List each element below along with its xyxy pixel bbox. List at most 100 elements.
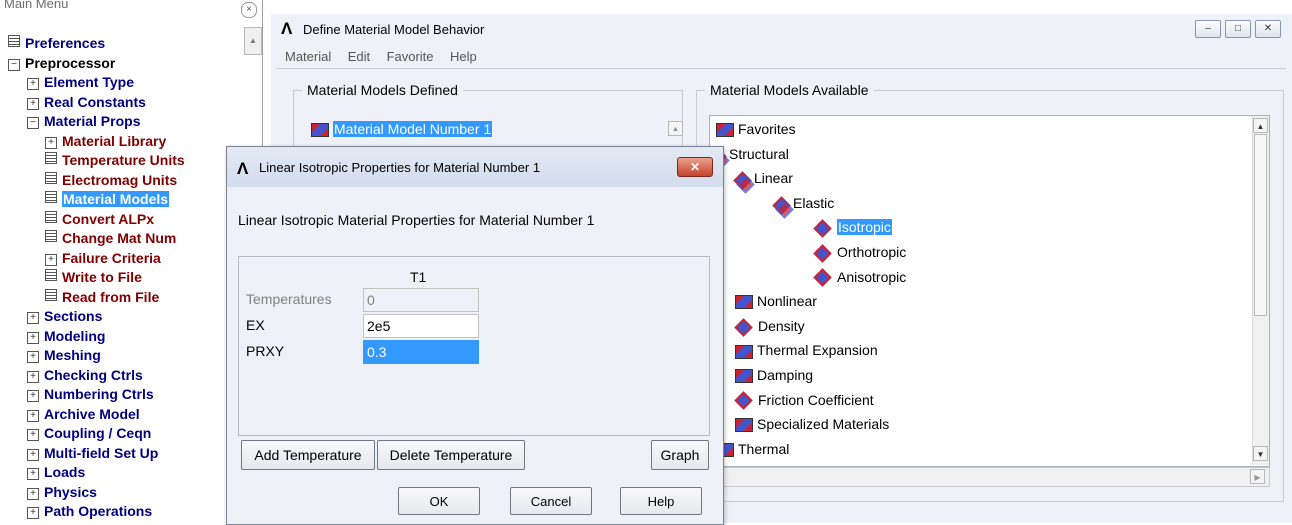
models-available-group: Material Models Available Favorites Struc… <box>696 82 1284 502</box>
ok-button[interactable]: OK <box>398 487 480 515</box>
menu-item-numbering-ctrls[interactable]: + Numbering Ctrls <box>27 385 154 404</box>
tree-item-orthotropic[interactable]: Orthotropic <box>813 241 906 263</box>
menu-item-real-constants[interactable]: + Real Constants <box>27 93 146 112</box>
menu-item-element-type[interactable]: + Element Type <box>27 73 134 92</box>
tree-item-favorites[interactable]: Favorites <box>716 118 796 140</box>
scroll-thumb[interactable] <box>1254 134 1267 316</box>
menu-item-electromag-units[interactable]: Electromag Units <box>45 171 177 190</box>
tree-item-isotropic[interactable]: Isotropic <box>813 216 892 238</box>
tree-item-label: Anisotropic <box>837 268 907 285</box>
menu-item-checking-ctrls[interactable]: + Checking Ctrls <box>27 366 143 385</box>
tree-item-specialized-materials[interactable]: Specialized Materials <box>735 413 889 435</box>
tree-item-anisotropic[interactable]: Anisotropic <box>813 266 907 288</box>
vertical-scrollbar[interactable]: ▲ ▼ <box>1252 116 1269 465</box>
menu-edit[interactable]: Edit <box>348 46 370 68</box>
menu-item-change-mat-num[interactable]: Change Mat Num <box>45 229 176 248</box>
delete-temperature-button[interactable]: Delete Temperature <box>377 440 525 470</box>
menu-item-meshing[interactable]: + Meshing <box>27 346 101 365</box>
command-icon <box>45 230 57 242</box>
tree-item-label: Density <box>758 317 805 334</box>
expand-icon: + <box>27 312 39 324</box>
menu-item-multi-field-set-up[interactable]: + Multi-field Set Up <box>27 444 158 463</box>
menu-item-archive-model[interactable]: + Archive Model <box>27 405 140 424</box>
scroll-up-icon[interactable]: ▲ <box>244 27 262 55</box>
menu-item-label: Change Mat Num <box>62 230 177 246</box>
menu-item-label: Modeling <box>44 327 106 344</box>
menu-bar: Material Edit Favorite Help <box>271 46 1292 68</box>
prxy-input[interactable] <box>363 340 479 364</box>
menu-item-temperature-units[interactable]: Temperature Units <box>45 151 185 170</box>
menu-item-material-props[interactable]: − Material Props <box>27 112 140 131</box>
scroll-right-icon[interactable]: ▶ <box>1250 469 1265 484</box>
tree-item-nonlinear[interactable]: Nonlinear <box>735 290 817 312</box>
menu-item-material-models[interactable]: Material Models <box>45 190 170 209</box>
menu-item-material-library[interactable]: + Material Library <box>45 132 166 151</box>
material-model-number-1: Material Model Number 1 <box>333 121 493 137</box>
menu-item-preferences[interactable]: Preferences <box>8 34 105 53</box>
menu-item-coupling-ceqn[interactable]: + Coupling / Ceqn <box>27 424 151 443</box>
material-folder-icon <box>735 418 753 433</box>
menu-item-label: Convert ALPx <box>62 210 155 227</box>
menu-item-label: Path Operations <box>44 503 153 519</box>
menu-item-label: Failure Criteria <box>62 249 161 266</box>
expand-icon: + <box>27 448 39 461</box>
ex-input[interactable] <box>363 314 479 338</box>
close-icon[interactable]: ✕ <box>1255 20 1281 38</box>
menu-item-label: Temperature Units <box>62 152 185 168</box>
tree-item-elastic[interactable]: Elastic <box>774 192 834 214</box>
menu-item-physics[interactable]: + Physics <box>27 483 97 502</box>
close-icon[interactable]: ✕ <box>677 157 713 177</box>
close-icon[interactable]: × <box>241 2 257 18</box>
tree-item-linear[interactable]: Linear <box>735 167 793 189</box>
menu-material[interactable]: Material <box>285 46 331 68</box>
menu-item-preprocessor[interactable]: − Preprocessor <box>8 54 115 73</box>
graph-button[interactable]: Graph <box>651 440 709 470</box>
menu-item-convert-alpx[interactable]: Convert ALPx <box>45 210 154 229</box>
list-item[interactable]: Material Model Number 1 <box>311 119 493 139</box>
menu-item-sections[interactable]: + Sections <box>27 307 102 326</box>
add-temperature-button[interactable]: Add Temperature <box>241 440 375 470</box>
minimize-icon[interactable]: – <box>1195 20 1221 38</box>
tree-item-damping[interactable]: Damping <box>735 364 813 386</box>
material-folder-icon <box>716 123 734 138</box>
tree-item-thermal-expansion[interactable]: Thermal Expansion <box>735 339 878 361</box>
help-button[interactable]: Help <box>620 487 702 515</box>
linear-isotropic-dialog: Λ Linear Isotropic Properties for Materi… <box>226 146 724 525</box>
scroll-down-icon[interactable]: ▼ <box>1253 446 1268 461</box>
cancel-button[interactable]: Cancel <box>510 487 592 515</box>
material-folder-icon <box>735 369 753 384</box>
tree-item-label: Damping <box>757 367 814 383</box>
menu-item-label: Material Models <box>62 191 170 207</box>
command-icon <box>45 171 57 184</box>
menu-item-modeling[interactable]: + Modeling <box>27 327 105 346</box>
menu-item-failure-criteria[interactable]: + Failure Criteria <box>45 249 161 268</box>
menu-item-label: Element Type <box>44 74 134 90</box>
menu-item-label: Archive Model <box>44 405 140 422</box>
tree-item-thermal[interactable]: Thermal <box>716 438 789 460</box>
scroll-up-icon[interactable]: ▲ <box>1253 118 1268 133</box>
tree-item-label: Elastic <box>793 194 835 211</box>
menu-item-label: Preprocessor <box>25 54 116 71</box>
main-menu-title: Main Menu <box>4 0 69 11</box>
column-header-t1: T1 <box>410 269 427 285</box>
scroll-up-icon[interactable]: ▲ <box>668 121 683 136</box>
collapse-icon: − <box>27 117 39 129</box>
expand-icon: + <box>27 351 39 363</box>
expand-icon: + <box>27 507 39 519</box>
expand-icon: + <box>27 331 39 344</box>
tree-item-density[interactable]: Density <box>734 315 805 337</box>
temperatures-input <box>363 288 479 312</box>
menu-item-write-to-file[interactable]: Write to File <box>45 268 142 287</box>
menu-item-path-operations[interactable]: + Path Operations <box>27 502 152 521</box>
maximize-icon[interactable]: □ <box>1225 20 1251 38</box>
material-property-icon <box>813 219 832 238</box>
tree-item-label: Thermal Expansion <box>757 342 878 359</box>
expand-icon: + <box>27 468 39 480</box>
menu-help[interactable]: Help <box>450 46 477 68</box>
menu-item-loads[interactable]: + Loads <box>27 463 85 482</box>
horizontal-scrollbar[interactable]: ▶ <box>709 467 1270 487</box>
tree-item-friction-coefficient[interactable]: Friction Coefficient <box>734 389 874 411</box>
menu-favorite[interactable]: Favorite <box>387 46 434 68</box>
expand-icon: + <box>27 97 39 110</box>
menu-item-read-from-file[interactable]: Read from File <box>45 288 159 307</box>
